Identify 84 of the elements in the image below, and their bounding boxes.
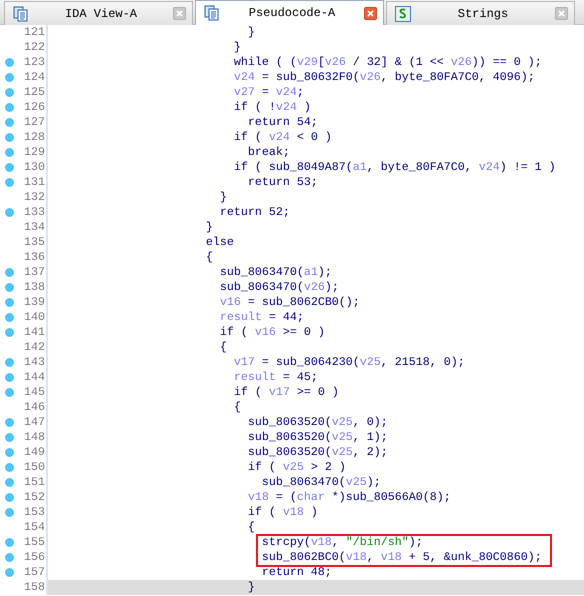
line-number: 151 xyxy=(23,475,45,490)
close-icon[interactable] xyxy=(173,7,186,20)
line-number: 137 xyxy=(23,265,45,280)
line-number: 128 xyxy=(23,130,45,145)
code-line: sub_8063470(v26); xyxy=(218,280,340,295)
code-line: } xyxy=(218,190,228,205)
code-line: if ( v24 < 0 ) xyxy=(232,130,333,145)
document-icon xyxy=(204,5,220,21)
line-number: 136 xyxy=(23,250,45,265)
line-number: 133 xyxy=(23,205,45,220)
line-number: 143 xyxy=(23,355,45,370)
line-number: 135 xyxy=(23,235,45,250)
line-number: 148 xyxy=(23,430,45,445)
tab[interactable]: Pseudocode-A xyxy=(195,0,384,25)
line-number: 126 xyxy=(23,100,45,115)
line-number: 139 xyxy=(23,295,45,310)
tab[interactable]: IDA View-A xyxy=(4,1,193,25)
code-line: sub_8063470(a1); xyxy=(218,265,333,280)
line-number: 142 xyxy=(23,340,45,355)
line-number: 155 xyxy=(23,535,45,550)
code-line: v16 = sub_8062CB0(); xyxy=(218,295,361,310)
code-line: } xyxy=(204,220,214,235)
code-line: else xyxy=(204,235,235,250)
code-line: result = 45; xyxy=(232,370,319,385)
code-line: { xyxy=(218,340,228,355)
code-line: if ( v17 >= 0 ) xyxy=(232,385,340,400)
line-number: 146 xyxy=(23,400,45,415)
line-number: 157 xyxy=(23,565,45,580)
line-number: 121 xyxy=(23,25,45,40)
line-number: 122 xyxy=(23,40,45,55)
close-icon[interactable] xyxy=(555,7,568,20)
code-line: sub_8063470(v25); xyxy=(260,475,382,490)
line-number: 124 xyxy=(23,70,45,85)
code-line: v27 = v24; xyxy=(232,85,305,100)
line-number: 154 xyxy=(23,520,45,535)
line-number: 132 xyxy=(23,190,45,205)
line-number: 134 xyxy=(23,220,45,235)
code-line: while ( (v29[v26 / 32] & (1 << v26)) == 0 ); xyxy=(232,55,543,70)
line-number: 129 xyxy=(23,145,45,160)
code-line: sub_8062BC0(v18, v18 + 5, &unk_80C0860); xyxy=(260,550,543,565)
code-line: break; xyxy=(246,145,291,160)
strings-icon xyxy=(395,6,411,22)
line-number: 147 xyxy=(23,415,45,430)
code-line: if ( sub_8049A87(a1, byte_80FA7C0, v24) != 1 ) xyxy=(232,160,557,175)
code-line: strcpy(v18, "/bin/sh"); xyxy=(260,535,424,550)
code-line: return 52; xyxy=(218,205,291,220)
code-line: sub_8063520(v25, 1); xyxy=(246,430,389,445)
document-icon xyxy=(13,6,29,22)
code-line: } xyxy=(232,40,242,55)
code-line: if ( v18 ) xyxy=(246,505,319,520)
code-line: if ( v25 > 2 ) xyxy=(246,460,347,475)
line-number: 144 xyxy=(23,370,45,385)
code-line: } xyxy=(246,25,256,40)
line-number: 149 xyxy=(23,445,45,460)
code-line: if ( v16 >= 0 ) xyxy=(218,325,326,340)
code-line: v17 = sub_8064230(v25, 21518, 0); xyxy=(232,355,466,370)
code-line: sub_8063520(v25, 2); xyxy=(246,445,389,460)
tab[interactable]: Strings xyxy=(386,1,575,25)
line-number: 141 xyxy=(23,325,45,340)
line-number: 152 xyxy=(23,490,45,505)
close-icon[interactable] xyxy=(364,6,377,20)
code-line: result = 44; xyxy=(218,310,305,325)
code-line: return 53; xyxy=(246,175,319,190)
code-line: sub_8063520(v25, 0); xyxy=(246,415,389,430)
line-number: 127 xyxy=(23,115,45,130)
code-line: { xyxy=(246,520,256,535)
line-number: 158 xyxy=(23,580,45,595)
line-number: 130 xyxy=(23,160,45,175)
code-line: v18 = (char *)sub_80566A0(8); xyxy=(246,490,452,505)
line-number: 131 xyxy=(23,175,45,190)
line-number: 123 xyxy=(23,55,45,70)
line-number: 153 xyxy=(23,505,45,520)
code-line: { xyxy=(204,250,214,265)
line-number: 145 xyxy=(23,385,45,400)
code-line: return 48; xyxy=(260,565,333,580)
line-number: 150 xyxy=(23,460,45,475)
line-number: 156 xyxy=(23,550,45,565)
line-number: 140 xyxy=(23,310,45,325)
code-line: { xyxy=(232,400,242,415)
line-number: 125 xyxy=(23,85,45,100)
code-line: return 54; xyxy=(246,115,319,130)
code-line: v24 = sub_80632F0(v26, byte_80FA7C0, 4096); xyxy=(232,70,536,85)
code-line: if ( !v24 ) xyxy=(232,100,312,115)
line-number: 138 xyxy=(23,280,45,295)
